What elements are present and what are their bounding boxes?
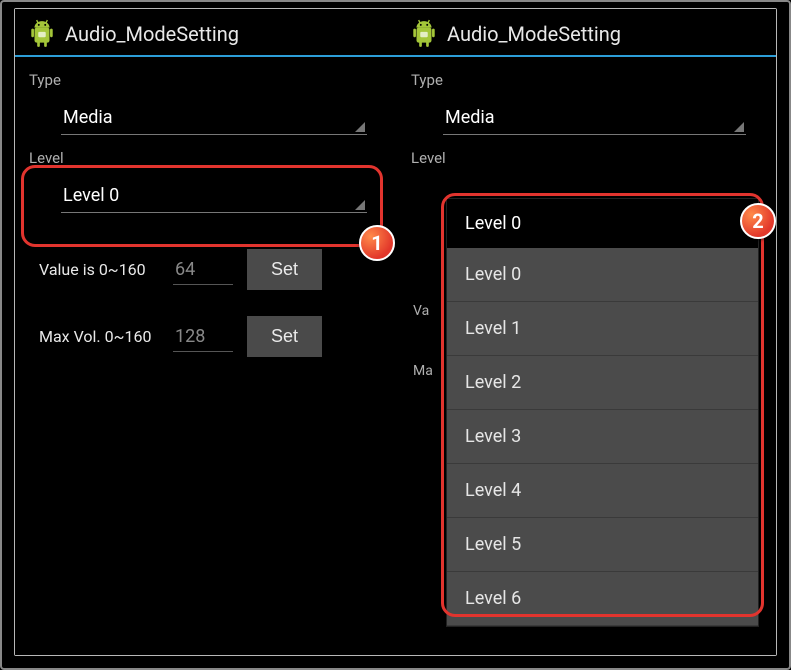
annotation-badge-1: 1 bbox=[359, 225, 395, 261]
value-set-button[interactable]: Set bbox=[247, 249, 322, 290]
dropdown-item-level1[interactable]: Level 1 bbox=[447, 302, 758, 356]
screen-left: Audio_ModeSetting Type Media Level Level… bbox=[15, 9, 397, 655]
type-label: Type bbox=[15, 57, 397, 93]
android-icon bbox=[411, 19, 437, 49]
dual-screenshot-frame: Audio_ModeSetting Type Media Level Level… bbox=[14, 8, 777, 656]
dropdown-item-level0[interactable]: Level 0 bbox=[447, 248, 758, 302]
type-spinner-value: Media bbox=[445, 107, 495, 128]
maxvol-label: Max Vol. 0~160 bbox=[39, 327, 159, 346]
maxvol-label-peek: Ma bbox=[399, 349, 447, 383]
app-title: Audio_ModeSetting bbox=[447, 22, 621, 46]
app-header: Audio_ModeSetting bbox=[15, 9, 397, 57]
type-spinner[interactable]: Media bbox=[61, 99, 367, 135]
value-label: Value is 0~160 bbox=[39, 260, 159, 279]
level-spinner[interactable]: Level 0 bbox=[61, 177, 367, 213]
dropdown-item-level2[interactable]: Level 2 bbox=[447, 356, 758, 410]
dropdown-item-level4[interactable]: Level 4 bbox=[447, 464, 758, 518]
value-label-peek: Va bbox=[399, 289, 443, 323]
app-header: Audio_ModeSetting bbox=[397, 9, 776, 57]
level-label: Level bbox=[15, 135, 397, 171]
dropdown-selected[interactable]: Level 0 bbox=[447, 199, 758, 248]
dropdown-item-level6[interactable]: Level 6 bbox=[447, 572, 758, 626]
chevron-down-icon bbox=[355, 122, 365, 132]
chevron-down-icon bbox=[355, 200, 365, 210]
level-spinner-value: Level 0 bbox=[63, 185, 119, 206]
value-input[interactable]: 64 bbox=[173, 255, 233, 285]
chevron-down-icon bbox=[734, 122, 744, 132]
maxvol-set-button[interactable]: Set bbox=[247, 316, 322, 357]
type-spinner-value: Media bbox=[63, 107, 113, 128]
maxvol-input[interactable]: 128 bbox=[173, 322, 233, 352]
value-row: Value is 0~160 64 Set bbox=[39, 249, 367, 290]
android-icon bbox=[29, 19, 55, 49]
type-spinner[interactable]: Media bbox=[443, 99, 746, 135]
maxvol-row: Max Vol. 0~160 128 Set bbox=[39, 316, 367, 357]
dropdown-item-level3[interactable]: Level 3 bbox=[447, 410, 758, 464]
screen-right: Audio_ModeSetting Type Media Level Va Ma… bbox=[397, 9, 776, 655]
level-label: Level bbox=[397, 135, 776, 171]
dropdown-item-level5[interactable]: Level 5 bbox=[447, 518, 758, 572]
app-title: Audio_ModeSetting bbox=[65, 22, 239, 46]
annotation-badge-2: 2 bbox=[740, 203, 776, 239]
type-label: Type bbox=[397, 57, 776, 93]
level-dropdown: Level 0 Level 0 Level 1 Level 2 Level 3 … bbox=[447, 199, 758, 626]
